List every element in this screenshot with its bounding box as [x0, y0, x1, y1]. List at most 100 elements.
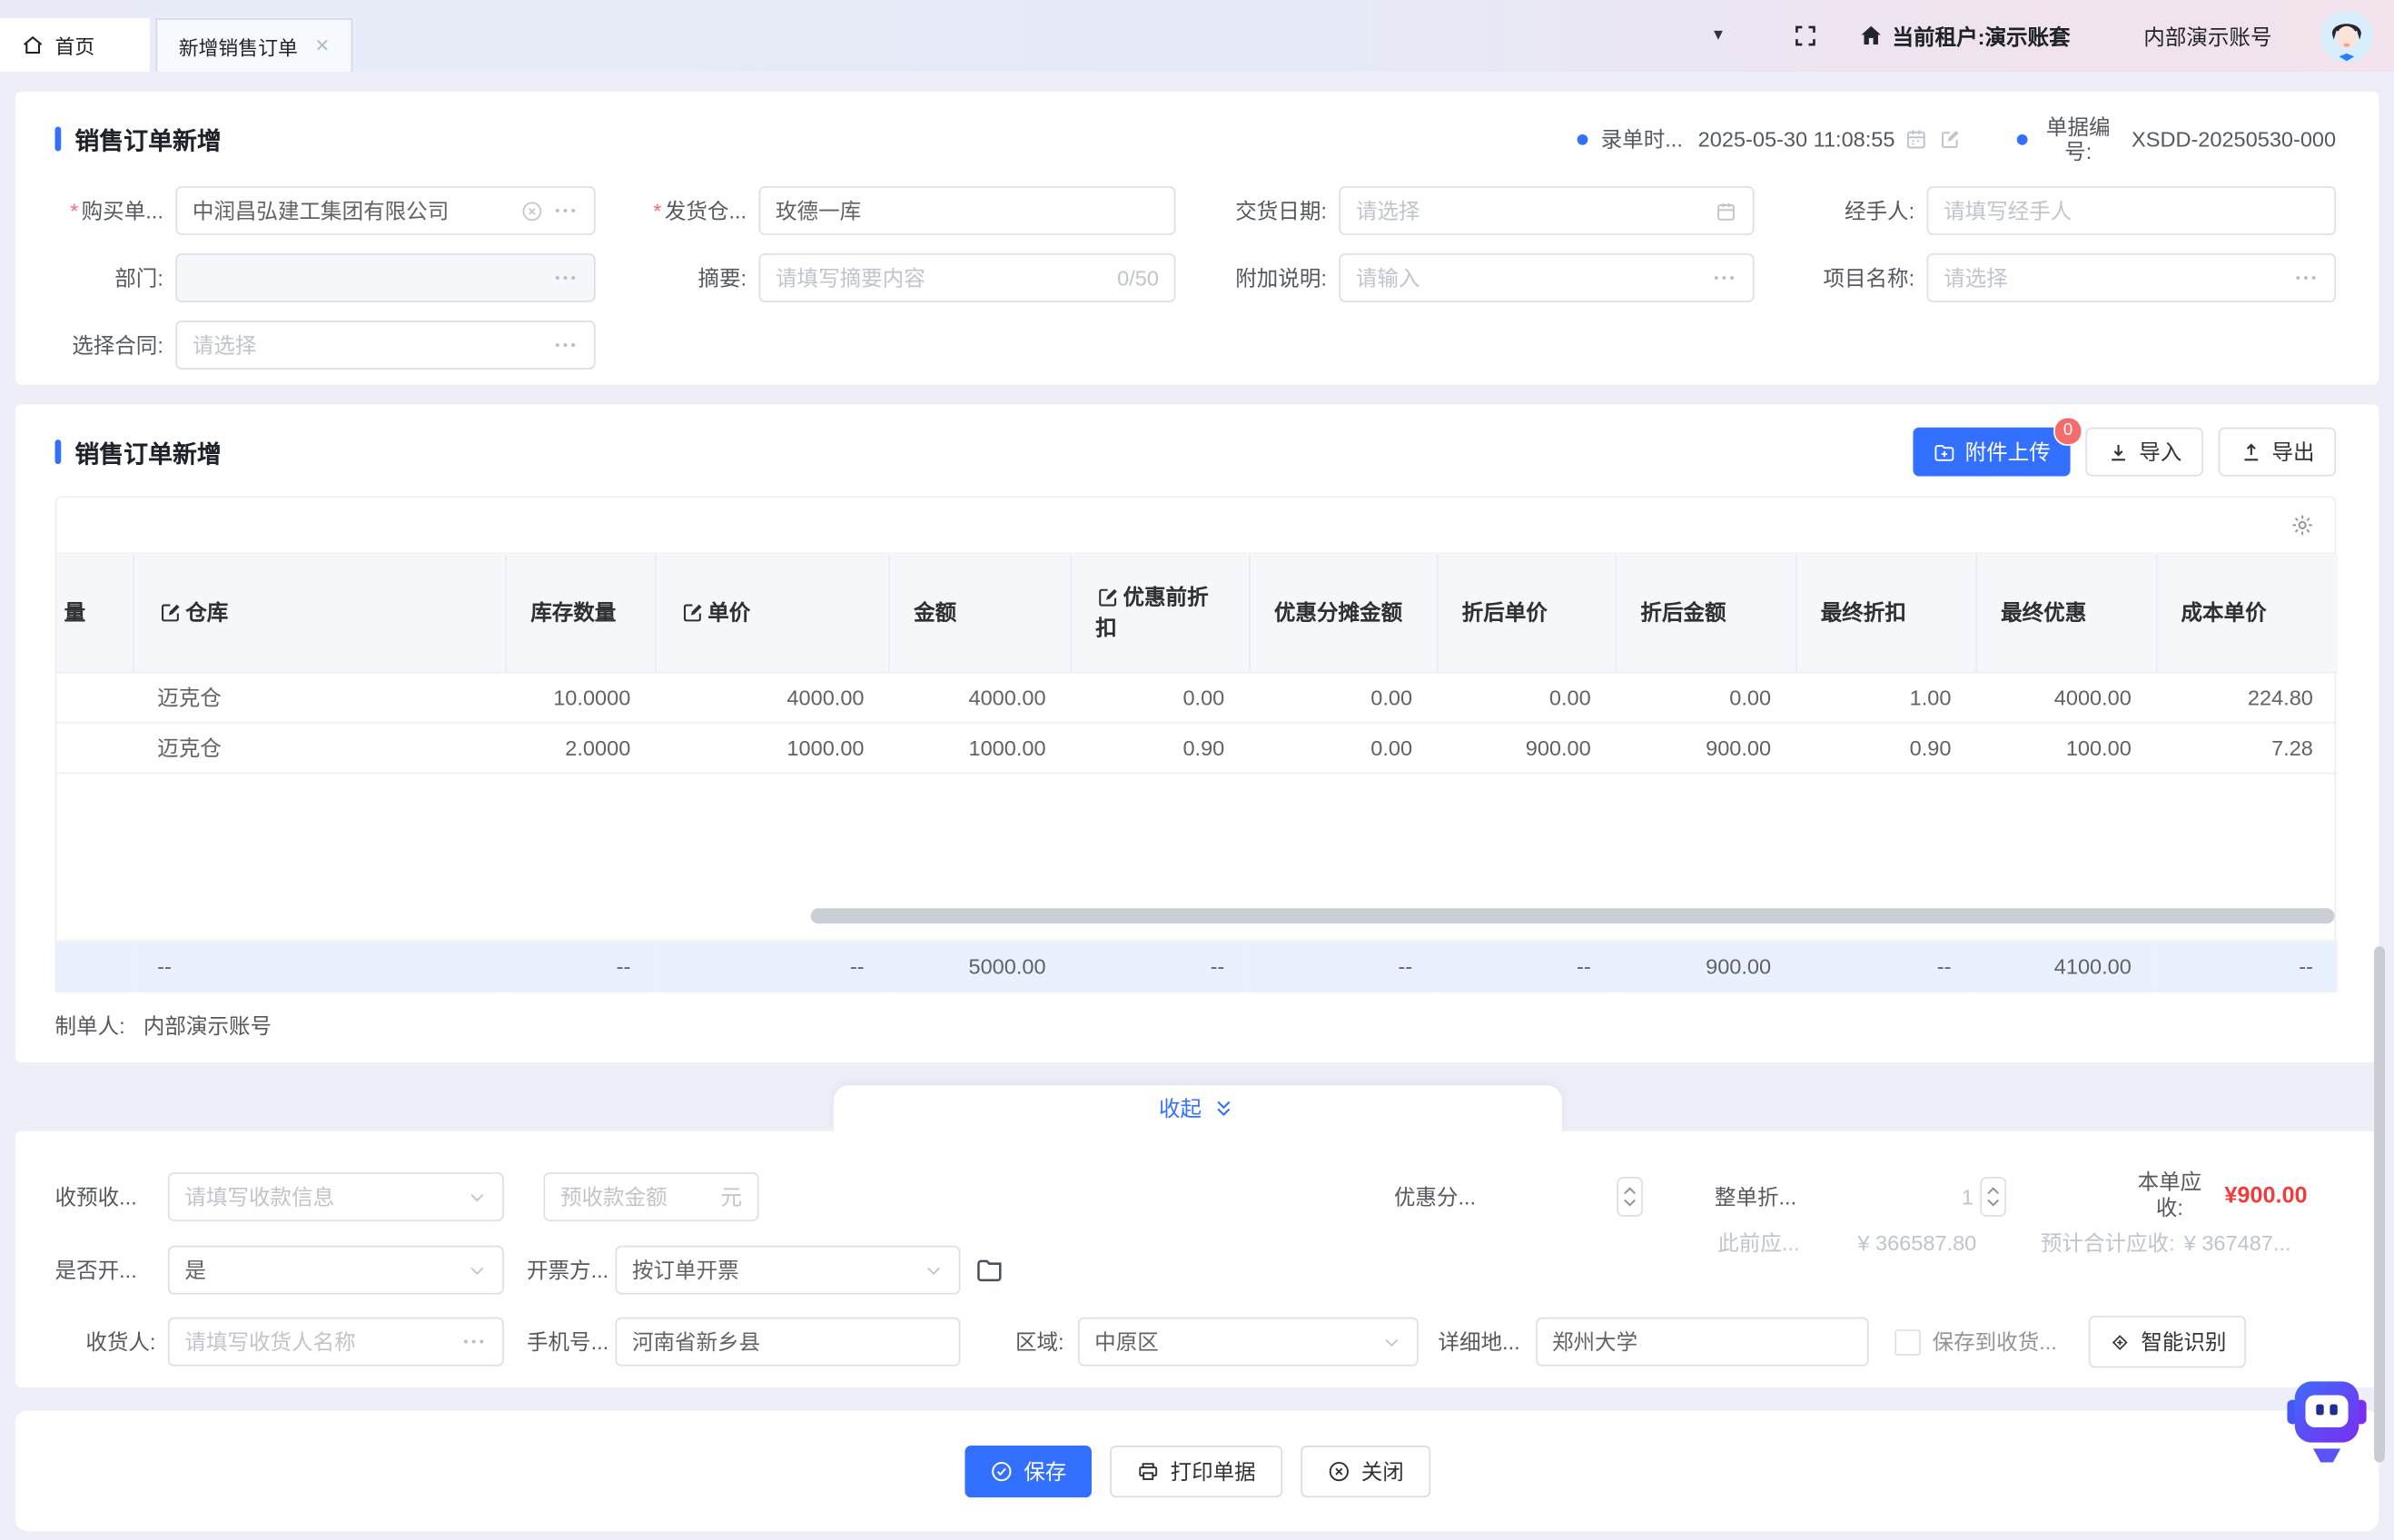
cell[interactable]: 4000.00 [655, 672, 888, 722]
clear-icon[interactable] [520, 199, 543, 222]
avatar[interactable] [2320, 10, 2372, 62]
phone-field[interactable] [615, 1318, 960, 1367]
cell[interactable]: 迈克仓 [133, 722, 505, 772]
calendar-icon[interactable] [1715, 199, 1737, 222]
table-row[interactable]: 迈克仓2.00001000.001000.000.900.00900.00900… [56, 722, 2338, 772]
calendar-icon[interactable] [1904, 127, 1929, 152]
stepper-up-icon[interactable] [1987, 1186, 2001, 1195]
save-address-checkbox[interactable] [1894, 1328, 1921, 1355]
save-address-label: 保存到收货... [1933, 1327, 2057, 1357]
smart-recognize-button[interactable]: 智能识别 [2089, 1316, 2246, 1367]
discount-share-stepper[interactable] [1617, 1177, 1643, 1217]
note-field[interactable]: ••• [1339, 253, 1754, 302]
address-input[interactable] [1552, 1329, 1851, 1354]
import-button[interactable]: 导入 [2085, 428, 2202, 477]
invoice-select[interactable]: 是 [168, 1246, 504, 1295]
cell[interactable]: 1000.00 [655, 722, 888, 772]
tab-new-sales-order[interactable]: 新增销售订单 ✕ [155, 18, 352, 72]
detail-title: 销售订单新增 [55, 433, 222, 469]
more-icon[interactable]: ••• [463, 1334, 487, 1349]
project-field[interactable]: ••• [1927, 253, 2337, 302]
handler-field[interactable] [1927, 186, 2337, 235]
cell[interactable]: 1.00 [1796, 672, 1975, 722]
invoice-method-select[interactable]: 按订单开票 [615, 1246, 960, 1295]
cell[interactable]: 100.00 [1975, 722, 2155, 772]
stepper-down-icon[interactable] [1622, 1199, 1636, 1208]
cell[interactable] [56, 722, 133, 772]
gear-icon[interactable] [2290, 513, 2315, 538]
chevron-down-icon [924, 1260, 944, 1280]
order-discount-stepper[interactable] [1981, 1177, 2007, 1217]
cell[interactable]: 0.00 [1616, 672, 1796, 722]
note-input[interactable] [1356, 266, 1702, 291]
folder-icon[interactable] [974, 1255, 1005, 1286]
account-name[interactable]: 内部演示账号 [2143, 21, 2271, 52]
horizontal-scrollbar-thumb[interactable] [811, 908, 2335, 923]
printer-icon [1135, 1458, 1160, 1483]
handler-input[interactable] [1944, 199, 2320, 223]
column-header-label: 最终优惠 [2001, 600, 2086, 625]
receipt-select[interactable]: 请填写收款信息 [168, 1172, 504, 1221]
edit-icon [680, 602, 703, 625]
cell[interactable]: 0.90 [1070, 722, 1249, 772]
cell[interactable]: 0.00 [1070, 672, 1249, 722]
cell[interactable]: 4000.00 [888, 672, 1070, 722]
project-input[interactable] [1944, 266, 2283, 291]
more-icon[interactable]: ••• [2296, 271, 2320, 286]
fullscreen-icon[interactable] [1793, 23, 1819, 49]
more-icon[interactable]: ••• [555, 203, 579, 219]
buyer-field[interactable]: 中润昌弘建工集团有限公司 ••• [175, 186, 595, 235]
attachment-upload-button[interactable]: 附件上传 0 [1913, 428, 2070, 477]
cell[interactable]: 0.00 [1249, 672, 1437, 722]
consignee-field[interactable]: ••• [168, 1318, 504, 1367]
cell[interactable]: 0.90 [1796, 722, 1975, 772]
close-button[interactable]: 关闭 [1300, 1445, 1429, 1496]
cell[interactable]: 迈克仓 [133, 672, 505, 722]
contract-field[interactable]: ••• [175, 321, 595, 370]
address-field[interactable] [1535, 1318, 1867, 1367]
column-header-label: 最终折扣 [1821, 600, 1906, 625]
cell[interactable]: 4000.00 [1975, 672, 2155, 722]
stepper-up-icon[interactable] [1622, 1186, 1636, 1195]
summary-field[interactable]: 0/50 [759, 253, 1176, 302]
delivery-date-input[interactable] [1356, 199, 1703, 223]
export-button[interactable]: 导出 [2219, 428, 2336, 477]
contract-input[interactable] [193, 332, 543, 357]
collapse-toggle[interactable]: 收起 [833, 1085, 1561, 1130]
table-row[interactable]: 迈克仓10.00004000.004000.000.000.000.000.00… [56, 672, 2338, 722]
save-button[interactable]: 保存 [965, 1445, 1092, 1496]
vertical-scrollbar-thumb[interactable] [2374, 946, 2385, 1462]
cell[interactable]: 900.00 [1616, 722, 1796, 772]
cell[interactable]: 900.00 [1437, 722, 1616, 772]
warehouse-field[interactable]: 玫德一库 [759, 186, 1176, 235]
cell[interactable]: 1000.00 [888, 722, 1070, 772]
edit-icon [1095, 587, 1118, 609]
edit-time-icon[interactable] [1938, 127, 1963, 152]
region-select[interactable]: 中原区 [1078, 1318, 1419, 1367]
cell[interactable]: 10.0000 [505, 672, 655, 722]
print-button[interactable]: 打印单据 [1109, 1445, 1281, 1496]
more-icon[interactable]: ••• [555, 271, 579, 286]
cell[interactable]: 7.28 [2156, 722, 2338, 772]
cell[interactable]: 0.00 [1437, 672, 1616, 722]
cell[interactable]: 2.0000 [505, 722, 655, 772]
summary-input[interactable] [776, 266, 1105, 291]
tenant-switcher[interactable]: 当前租户:演示账套 [1858, 21, 2070, 52]
tab-close-icon[interactable]: ✕ [314, 35, 330, 57]
column-header-4: 金额 [888, 554, 1070, 671]
consignee-input[interactable] [184, 1329, 450, 1354]
chat-assistant-icon[interactable] [2287, 1376, 2366, 1467]
more-icon[interactable]: ••• [1714, 271, 1737, 286]
tab-home[interactable]: 首页 [0, 18, 150, 72]
department-field[interactable]: ••• [175, 253, 595, 302]
tabs-dropdown-icon[interactable]: ▼ [1711, 27, 1726, 44]
stepper-down-icon[interactable] [1987, 1199, 2001, 1208]
prepay-input[interactable] [560, 1185, 708, 1209]
delivery-date-field[interactable] [1339, 186, 1754, 235]
cell[interactable]: 0.00 [1249, 722, 1437, 772]
cell[interactable] [56, 672, 133, 722]
cell[interactable]: 224.80 [2156, 672, 2338, 722]
prepay-field[interactable]: 元 [543, 1172, 758, 1221]
phone-input[interactable] [632, 1329, 944, 1354]
more-icon[interactable]: ••• [555, 338, 579, 353]
